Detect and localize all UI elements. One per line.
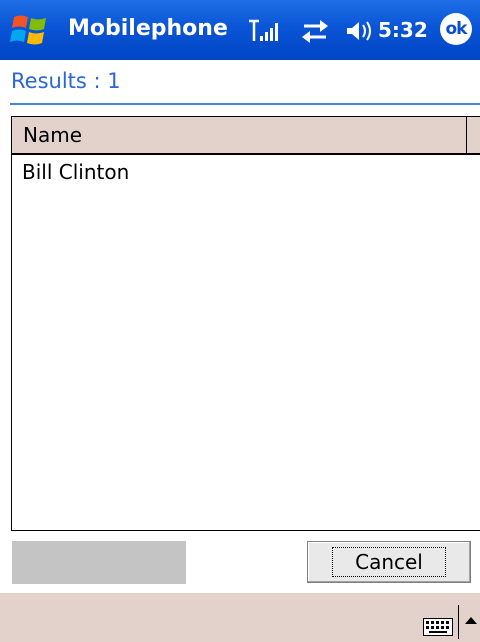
menu-bar [0,593,480,642]
windows-logo-icon[interactable] [10,13,50,47]
clock: 5:32 [378,18,428,42]
arrow-up-icon[interactable] [465,617,477,624]
divider [10,103,480,105]
list-header: Name [12,117,480,155]
results-count: Results : 1 [11,69,121,93]
title-bar: Mobilephone 5:32 ok [0,0,480,60]
results-list[interactable]: Name Bill Clinton [11,116,480,531]
keyboard-icon[interactable] [423,618,453,636]
disabled-softkey [12,541,186,584]
list-item[interactable]: Bill Clinton [12,155,480,189]
cancel-label: Cancel [332,547,446,577]
app-title: Mobilephone [68,16,228,41]
sync-icon[interactable] [300,17,330,45]
volume-icon[interactable] [345,17,375,45]
cancel-button[interactable]: Cancel [307,541,471,583]
signal-strength-icon[interactable] [247,17,281,45]
ok-button[interactable]: ok [440,13,472,45]
menu-separator [458,605,459,639]
column-header-name[interactable]: Name [12,117,467,153]
